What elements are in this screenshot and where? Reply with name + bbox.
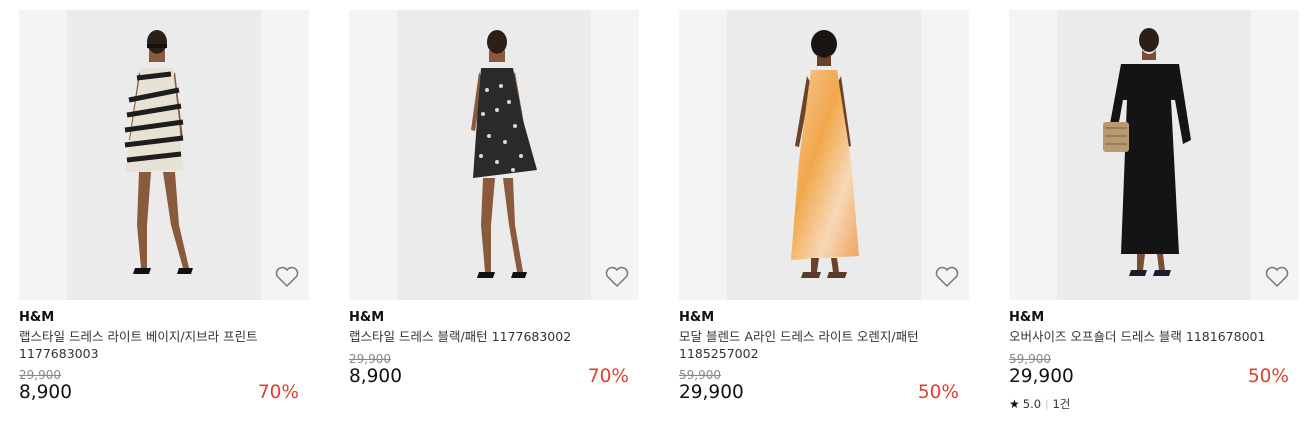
product-image[interactable] <box>1009 10 1299 300</box>
heart-outline-icon[interactable] <box>934 265 960 289</box>
brand-name: H&M <box>679 310 715 325</box>
sale-price: 29,900 <box>679 382 744 403</box>
discount-rate: 70% <box>257 382 299 403</box>
product-name[interactable]: 오버사이즈 오프숄더 드레스 블랙 1181678001 <box>1009 328 1289 345</box>
rating-summary[interactable]: ★ 5.0 | 1건 <box>1009 396 1070 412</box>
black-pattern-dress-image <box>471 30 537 278</box>
brand-name: H&M <box>349 310 385 325</box>
product-photo-area <box>67 10 261 300</box>
product-photo-area <box>727 10 921 300</box>
heart-outline-icon[interactable] <box>274 265 300 289</box>
heart-outline-icon[interactable] <box>604 265 630 289</box>
brand-name: H&M <box>19 310 55 325</box>
sale-price: 8,900 <box>349 366 402 387</box>
orange-maxi-dress-image <box>791 30 859 278</box>
product-image[interactable] <box>19 10 309 300</box>
original-price: 29,900 <box>19 368 61 382</box>
product-card[interactable]: H&M 랩스타일 드레스 블랙/패턴 1177683002 29,900 8,9… <box>349 10 639 430</box>
heart-outline-icon[interactable] <box>1264 265 1290 289</box>
divider: | <box>1045 398 1049 410</box>
product-grid: H&M 랩스타일 드레스 라이트 베이지/지브라 프린트 1177683003 … <box>0 0 1304 438</box>
product-image[interactable] <box>349 10 639 300</box>
original-price: 59,900 <box>679 368 721 382</box>
original-price: 59,900 <box>1009 352 1051 366</box>
rating-value: 5.0 <box>1022 397 1042 411</box>
brand-name: H&M <box>1009 310 1045 325</box>
discount-rate: 50% <box>1247 366 1289 387</box>
review-count: 1건 <box>1052 397 1071 411</box>
product-photo-area <box>397 10 591 300</box>
star-icon: ★ <box>1009 397 1020 411</box>
product-name[interactable]: 랩스타일 드레스 블랙/패턴 1177683002 <box>349 328 629 345</box>
product-card[interactable]: H&M 랩스타일 드레스 라이트 베이지/지브라 프린트 1177683003 … <box>19 10 309 430</box>
black-offshoulder-dress-image <box>1103 28 1191 276</box>
product-card[interactable]: H&M 모달 블렌드 A라인 드레스 라이트 오렌지/패턴 1185257002… <box>679 10 969 430</box>
product-name[interactable]: 랩스타일 드레스 라이트 베이지/지브라 프린트 1177683003 <box>19 328 299 362</box>
original-price: 29,900 <box>349 352 391 366</box>
discount-rate: 50% <box>917 382 959 403</box>
discount-rate: 70% <box>587 366 629 387</box>
sale-price: 29,900 <box>1009 366 1074 387</box>
product-card[interactable]: H&M 오버사이즈 오프숄더 드레스 블랙 1181678001 59,900 … <box>1009 10 1299 430</box>
product-image[interactable] <box>679 10 969 300</box>
zebra-print-dress-image <box>124 30 193 274</box>
sale-price: 8,900 <box>19 382 72 403</box>
product-photo-area <box>1057 10 1251 300</box>
product-name[interactable]: 모달 블렌드 A라인 드레스 라이트 오렌지/패턴 1185257002 <box>679 328 959 362</box>
